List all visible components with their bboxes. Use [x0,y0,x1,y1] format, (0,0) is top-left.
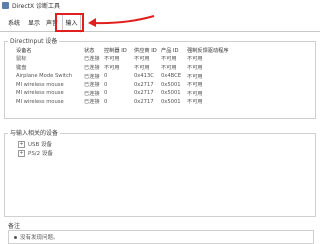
controller-id-cell: 0 [104,73,108,80]
tree-item-label: USB 设备 [28,142,53,148]
status-cell: 已连接 [84,56,100,63]
device-name-cell: 键盘 [16,64,27,71]
status-cell: 已连接 [84,90,100,97]
window-title: DirectX 诊断工具 [12,3,60,10]
vendor-id-cell: 0x413C [134,73,154,80]
table-row[interactable]: MI wireless mouse 已连接 0 0x2717 0x5001 不可… [16,80,247,89]
product-id-cell: 0x5001 [161,81,181,88]
note-text: 没有发现问题。 [20,235,59,241]
vendor-id-cell: 不可用 [134,56,150,63]
tree-item-label: PS/2 设备 [28,151,53,157]
status-cell: 已连接 [84,82,100,89]
controller-id-cell: 0 [104,90,108,97]
input-tab-highlight-box [55,13,84,32]
column-header[interactable]: 控制器 ID [104,46,134,55]
device-name-cell: Airplane Mode Switch [16,73,73,80]
column-header[interactable]: 设备名 [16,46,84,55]
vendor-id-cell: 0x2717 [134,90,154,97]
status-cell: 已连接 [84,99,100,106]
red-arrow-icon [88,15,155,27]
device-name-cell: MI wireless mouse [16,90,64,97]
bullet-icon [14,236,17,239]
controller-id-cell: 0 [104,81,108,88]
ff-driver-cell: 不可用 [187,82,203,89]
status-cell: 已连接 [84,73,100,80]
device-name-cell: 鼠标 [16,56,27,63]
ff-driver-cell: 不可用 [187,99,203,106]
tree-item-ps2[interactable]: + PS/2 设备 [18,149,53,157]
column-header[interactable]: 强制反馈驱动程序 [187,46,247,55]
related-devices-group-label: 与输入相关的设备 [8,128,61,137]
table-row[interactable]: Airplane Mode Switch 已连接 0 0x413C 0x4BCE… [16,72,247,81]
device-name-cell: MI wireless mouse [16,98,64,105]
product-id-cell: 0x4BCE [161,73,182,80]
controller-id-cell: 不可用 [104,64,120,71]
directinput-group-label: DirectInput 设备 [8,36,60,45]
directx-app-icon [2,2,9,9]
product-id-cell: 0x5001 [161,90,181,97]
product-id-cell: 不可用 [161,64,177,71]
ff-driver-cell: 不可用 [187,90,203,97]
column-header[interactable]: 供应商 ID [134,46,161,55]
column-header[interactable]: 状态 [84,46,104,55]
ff-driver-cell: 不可用 [187,56,203,63]
tree-item-usb[interactable]: + USB 设备 [18,140,52,148]
product-id-cell: 0x5001 [161,98,181,105]
tab-display[interactable]: 显示 [26,17,42,31]
directinput-device-table: 设备名 状态 控制器 ID 供应商 ID 产品 ID 强制反馈驱动程序 鼠标 已… [16,46,247,106]
table-row[interactable]: 键盘 已连接 不可用 不可用 不可用 不可用 [16,63,247,72]
ff-driver-cell: 不可用 [187,64,203,71]
table-row[interactable]: MI wireless mouse 已连接 0 0x2717 0x5001 不可… [16,89,247,98]
column-header[interactable]: 产品 ID [161,46,187,55]
notes-label: 备注 [8,223,21,230]
table-row[interactable]: 鼠标 已连接 不可用 不可用 不可用 不可用 [16,55,247,64]
ff-driver-cell: 不可用 [187,73,203,80]
product-id-cell: 不可用 [161,56,177,63]
vendor-id-cell: 不可用 [134,64,150,71]
vendor-id-cell: 0x2717 [134,98,154,105]
expand-plus-icon[interactable]: + [18,141,25,148]
table-header-row: 设备名 状态 控制器 ID 供应商 ID 产品 ID 强制反馈驱动程序 [16,46,247,55]
table-row[interactable]: MI wireless mouse 已连接 0 0x2717 0x5001 不可… [16,98,247,107]
tab-system[interactable]: 系统 [4,17,24,31]
controller-id-cell: 不可用 [104,56,120,63]
title-bar: DirectX 诊断工具 [0,0,320,11]
status-cell: 已连接 [84,64,100,71]
device-name-cell: MI wireless mouse [16,81,64,88]
expand-plus-icon[interactable]: + [18,150,25,157]
vendor-id-cell: 0x2717 [134,81,154,88]
tab-bar: 系统 显示 声音 输入 [0,12,320,33]
controller-id-cell: 0 [104,98,108,105]
